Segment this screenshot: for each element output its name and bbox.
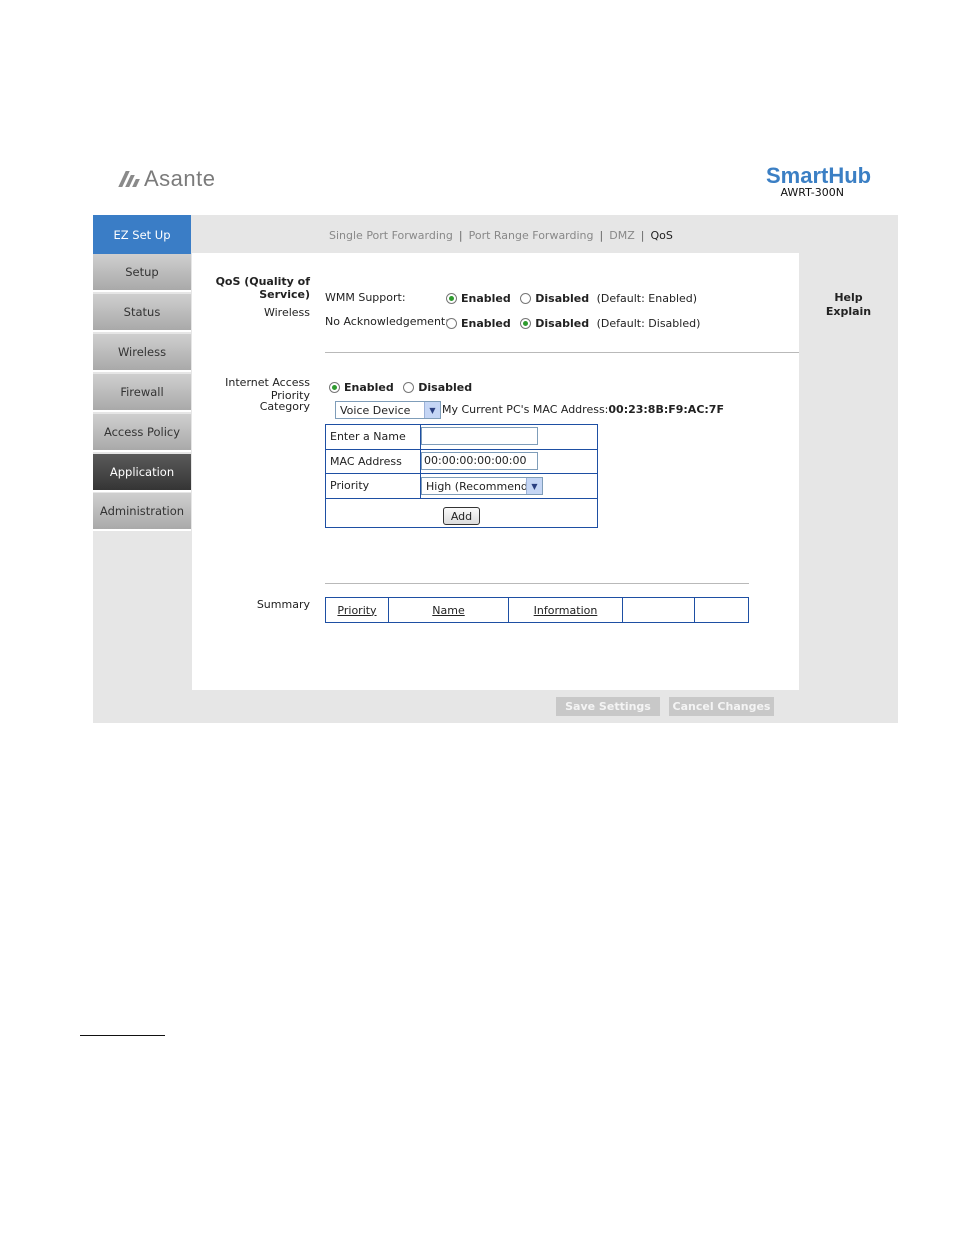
- no-ack-disabled-radio[interactable]: [520, 318, 532, 329]
- chevron-down-icon: ▼: [424, 402, 440, 418]
- qos-section-title: QoS (Quality of Service): [200, 275, 310, 301]
- no-ack-enabled-label: Enabled: [461, 317, 511, 330]
- subnav-separator: |: [599, 229, 604, 242]
- subnav-separator: |: [640, 229, 645, 242]
- underline-rule: [80, 1035, 165, 1036]
- sidebar-item-ez-setup[interactable]: EZ Set Up: [93, 215, 191, 254]
- sidebar-item-access-policy[interactable]: Access Policy: [93, 414, 191, 452]
- subnav: Single Port Forwarding | Port Range Forwar…: [329, 229, 673, 242]
- priority-select[interactable]: High (Recommend) ▼: [421, 477, 543, 495]
- cancel-changes-button[interactable]: Cancel Changes: [669, 697, 774, 716]
- sidebar-item-label: Application: [109, 465, 175, 479]
- section-divider: [325, 352, 799, 353]
- sidebar-item-label: Wireless: [117, 345, 167, 359]
- no-ack-disabled-label: Disabled: [535, 317, 590, 330]
- sidebar-item-application[interactable]: Application: [93, 454, 191, 492]
- sidebar-item-label: EZ Set Up: [113, 227, 171, 242]
- asante-mark-icon: [118, 171, 140, 187]
- save-settings-button[interactable]: Save Settings: [556, 697, 660, 716]
- sidebar-item-firewall[interactable]: Firewall: [93, 374, 191, 412]
- asante-logo-text: Asante: [144, 166, 216, 191]
- summary-label: Summary: [256, 598, 310, 611]
- qos-title-line1: QoS (Quality of: [215, 275, 310, 288]
- wmm-enabled-label: Enabled: [461, 292, 511, 305]
- sidebar-item-label: Status: [123, 305, 161, 319]
- tab-port-range-forwarding[interactable]: Port Range Forwarding: [469, 229, 594, 242]
- help-explain[interactable]: Help Explain: [799, 291, 898, 319]
- asante-logo: Asante: [118, 166, 216, 192]
- wmm-disabled-radio[interactable]: [520, 293, 532, 304]
- subnav-separator: |: [458, 229, 463, 242]
- summary-col-priority[interactable]: Priority: [326, 598, 389, 622]
- sidebar-item-label: Firewall: [120, 385, 164, 399]
- iap-label: Internet Access Priority: [225, 376, 310, 402]
- summary-col-empty-1: [623, 598, 695, 622]
- iap-enabled-label: Enabled: [344, 381, 394, 394]
- wmm-support-label: WMM Support:: [325, 291, 406, 304]
- category-label: Category: [259, 400, 310, 413]
- sidebar-item-administration[interactable]: Administration: [93, 493, 191, 531]
- chevron-down-icon: ▼: [526, 478, 542, 494]
- sidebar-item-setup[interactable]: Setup: [93, 254, 191, 292]
- category-select[interactable]: Voice Device ▼: [335, 401, 441, 419]
- wireless-sub-label: Wireless: [263, 306, 310, 319]
- summary-col-information[interactable]: Information: [509, 598, 623, 622]
- wmm-enabled-radio[interactable]: [446, 293, 457, 304]
- sidebar-item-label: Setup: [125, 265, 159, 279]
- wmm-disabled-label: Disabled: [535, 292, 590, 305]
- wmm-default-note: (Default: Enabled): [596, 292, 698, 305]
- mac-address-input[interactable]: 00:00:00:00:00:00: [421, 452, 538, 470]
- add-button[interactable]: Add: [443, 507, 480, 525]
- no-ack-options: Enabled Disabled (Default: Disabled): [446, 317, 700, 330]
- priority-field-label: Priority: [330, 479, 370, 492]
- no-ack-label: No Acknowledgement:: [325, 315, 449, 328]
- tab-dmz[interactable]: DMZ: [609, 229, 635, 242]
- sidebar-item-label: Access Policy: [103, 425, 181, 439]
- smarthub-logo-text: SmartHub: [766, 163, 872, 188]
- explain-label: Explain: [825, 305, 872, 318]
- summary-col-name[interactable]: Name: [389, 598, 509, 622]
- iap-disabled-label: Disabled: [418, 381, 473, 394]
- priority-select-value: High (Recommend): [426, 479, 533, 493]
- smarthub-logo: SmartHub AWRT-300N: [766, 163, 872, 200]
- iap-options: Enabled Disabled: [329, 381, 472, 394]
- category-select-value: Voice Device: [340, 403, 411, 417]
- sidebar-item-label: Administration: [99, 504, 185, 518]
- sidebar-item-wireless[interactable]: Wireless: [93, 334, 191, 372]
- help-label: Help: [834, 291, 863, 304]
- wmm-support-options: Enabled Disabled (Default: Enabled): [446, 292, 697, 305]
- mac-info: My Current PC's MAC Address:00:23:8B:F9:…: [442, 403, 724, 416]
- name-field-label: Enter a Name: [330, 430, 406, 443]
- sidebar-item-status[interactable]: Status: [93, 294, 191, 332]
- iap-enabled-radio[interactable]: [329, 382, 340, 393]
- header-gap: [783, 199, 866, 215]
- no-ack-enabled-radio[interactable]: [446, 318, 457, 329]
- tab-qos[interactable]: QoS: [650, 229, 672, 242]
- qos-title-line2: Service): [259, 288, 310, 301]
- summary-col-empty-2: [695, 598, 748, 622]
- summary-table: Priority Name Information: [325, 597, 749, 623]
- mac-info-label: My Current PC's MAC Address:: [442, 403, 609, 416]
- iap-disabled-radio[interactable]: [403, 382, 415, 393]
- mac-field-label: MAC Address: [330, 455, 402, 468]
- summary-divider: [325, 583, 749, 584]
- mac-info-value: 00:23:8B:F9:AC:7F: [608, 403, 724, 416]
- tab-single-port-forwarding[interactable]: Single Port Forwarding: [329, 229, 453, 242]
- no-ack-default-note: (Default: Disabled): [596, 317, 701, 330]
- name-input[interactable]: [421, 427, 538, 445]
